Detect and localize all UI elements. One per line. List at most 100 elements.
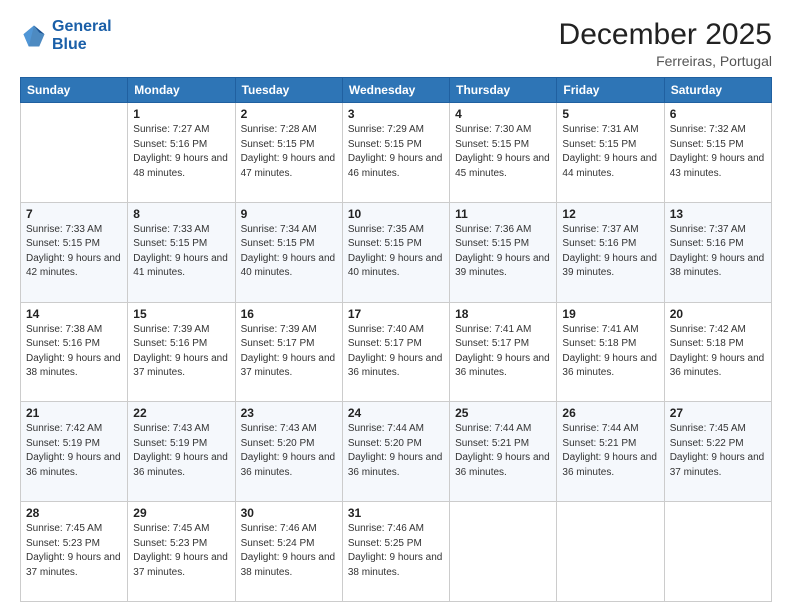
day-number: 15 (133, 307, 229, 321)
calendar-cell-w1d0: 7Sunrise: 7:33 AM Sunset: 5:15 PM Daylig… (21, 202, 128, 302)
day-number: 8 (133, 207, 229, 221)
day-number: 2 (241, 107, 337, 121)
day-info: Sunrise: 7:37 AM Sunset: 5:16 PM Dayligh… (670, 223, 766, 281)
day-info: Sunrise: 7:29 AM Sunset: 5:15 PM Dayligh… (348, 123, 444, 181)
calendar-cell-w4d1: 29 Sunrise: 7:45 AM Sunset: 5:23 PM Dayli… (128, 502, 235, 602)
calendar-cell-w1d5: 12 Sunrise: 7:37 AM Sunset: 5:16 PM Dayli… (557, 202, 664, 302)
day-info: Sunrise: 7:37 AM Sunset: 5:16 PM Dayligh… (562, 223, 658, 281)
calendar-cell-w0d2: 2 Sunrise: 7:28 AM Sunset: 5:15 PM Daylig… (235, 103, 342, 203)
weekday-header-wednesday: Wednesday (342, 78, 449, 103)
calendar-cell-w0d6: 6 Sunrise: 7:32 AM Sunset: 5:15 PM Daylig… (664, 103, 771, 203)
day-number: 9 (241, 207, 337, 221)
day-number: 22 (133, 406, 229, 420)
calendar-cell-w2d2: 16 Sunrise: 7:39 AM Sunset: 5:17 PM Dayli… (235, 302, 342, 402)
day-number: 12 (562, 207, 658, 221)
day-info: Sunrise: 7:44 AM Sunset: 5:21 PM Dayligh… (455, 422, 551, 480)
day-number: 30 (241, 506, 337, 520)
calendar-cell-w4d0: 28Sunrise: 7:45 AM Sunset: 5:23 PM Dayli… (21, 502, 128, 602)
calendar-cell-w2d5: 19 Sunrise: 7:41 AM Sunset: 5:18 PM Dayli… (557, 302, 664, 402)
logo-icon (20, 22, 48, 50)
day-info: Sunrise: 7:31 AM Sunset: 5:15 PM Dayligh… (562, 123, 658, 181)
day-info: Sunrise: 7:41 AM Sunset: 5:18 PM Dayligh… (562, 323, 658, 381)
calendar-cell-w1d2: 9 Sunrise: 7:34 AM Sunset: 5:15 PM Daylig… (235, 202, 342, 302)
logo-line1: General (52, 18, 112, 35)
day-number: 6 (670, 107, 766, 121)
day-info: Sunrise: 7:45 AM Sunset: 5:22 PM Dayligh… (670, 422, 766, 480)
day-number: 11 (455, 207, 551, 221)
day-info: Sunrise: 7:33 AM Sunset: 5:15 PM Dayligh… (133, 223, 229, 281)
weekday-header-saturday: Saturday (664, 78, 771, 103)
logo: General Blue (20, 18, 112, 53)
calendar-cell-w1d4: 11 Sunrise: 7:36 AM Sunset: 5:15 PM Dayli… (450, 202, 557, 302)
calendar-cell-w2d3: 17 Sunrise: 7:40 AM Sunset: 5:17 PM Dayli… (342, 302, 449, 402)
day-number: 20 (670, 307, 766, 321)
day-number: 19 (562, 307, 658, 321)
day-info: Sunrise: 7:39 AM Sunset: 5:16 PM Dayligh… (133, 323, 229, 381)
day-info: Sunrise: 7:45 AM Sunset: 5:23 PM Dayligh… (133, 522, 229, 580)
day-info: Sunrise: 7:42 AM Sunset: 5:18 PM Dayligh… (670, 323, 766, 381)
calendar-cell-w3d0: 21 Sunrise: 7:42 AM Sunset: 5:19 PM Dayli… (21, 402, 128, 502)
header: General Blue December 2025 Ferreiras, Po… (20, 18, 772, 69)
calendar-cell-w1d3: 10Sunrise: 7:35 AM Sunset: 5:15 PM Dayli… (342, 202, 449, 302)
calendar-table: SundayMondayTuesdayWednesdayThursdayFrid… (20, 77, 772, 602)
calendar-cell-w4d4 (450, 502, 557, 602)
calendar-cell-w4d5 (557, 502, 664, 602)
weekday-header-thursday: Thursday (450, 78, 557, 103)
subtitle: Ferreiras, Portugal (559, 53, 772, 69)
day-info: Sunrise: 7:46 AM Sunset: 5:24 PM Dayligh… (241, 522, 337, 580)
calendar-cell-w2d1: 15 Sunrise: 7:39 AM Sunset: 5:16 PM Dayli… (128, 302, 235, 402)
calendar-cell-w3d1: 22 Sunrise: 7:43 AM Sunset: 5:19 PM Dayli… (128, 402, 235, 502)
week-row-3: 21 Sunrise: 7:42 AM Sunset: 5:19 PM Dayli… (21, 402, 772, 502)
calendar-cell-w4d6 (664, 502, 771, 602)
day-info: Sunrise: 7:41 AM Sunset: 5:17 PM Dayligh… (455, 323, 551, 381)
calendar-cell-w0d3: 3Sunrise: 7:29 AM Sunset: 5:15 PM Daylig… (342, 103, 449, 203)
day-number: 17 (348, 307, 444, 321)
weekday-header-tuesday: Tuesday (235, 78, 342, 103)
calendar-cell-w2d6: 20 Sunrise: 7:42 AM Sunset: 5:18 PM Dayli… (664, 302, 771, 402)
day-info: Sunrise: 7:27 AM Sunset: 5:16 PM Dayligh… (133, 123, 229, 181)
day-number: 4 (455, 107, 551, 121)
calendar-cell-w0d1: 1Sunrise: 7:27 AM Sunset: 5:16 PM Daylig… (128, 103, 235, 203)
week-row-2: 14Sunrise: 7:38 AM Sunset: 5:16 PM Dayli… (21, 302, 772, 402)
day-number: 27 (670, 406, 766, 420)
week-row-4: 28Sunrise: 7:45 AM Sunset: 5:23 PM Dayli… (21, 502, 772, 602)
calendar-cell-w3d4: 25 Sunrise: 7:44 AM Sunset: 5:21 PM Dayli… (450, 402, 557, 502)
day-info: Sunrise: 7:43 AM Sunset: 5:19 PM Dayligh… (133, 422, 229, 480)
day-info: Sunrise: 7:34 AM Sunset: 5:15 PM Dayligh… (241, 223, 337, 281)
day-number: 16 (241, 307, 337, 321)
day-number: 29 (133, 506, 229, 520)
day-info: Sunrise: 7:36 AM Sunset: 5:15 PM Dayligh… (455, 223, 551, 281)
day-info: Sunrise: 7:38 AM Sunset: 5:16 PM Dayligh… (26, 323, 122, 381)
calendar-cell-w1d1: 8 Sunrise: 7:33 AM Sunset: 5:15 PM Daylig… (128, 202, 235, 302)
day-number: 23 (241, 406, 337, 420)
day-info: Sunrise: 7:43 AM Sunset: 5:20 PM Dayligh… (241, 422, 337, 480)
day-info: Sunrise: 7:44 AM Sunset: 5:21 PM Dayligh… (562, 422, 658, 480)
day-info: Sunrise: 7:32 AM Sunset: 5:15 PM Dayligh… (670, 123, 766, 181)
day-info: Sunrise: 7:40 AM Sunset: 5:17 PM Dayligh… (348, 323, 444, 381)
logo-line2: Blue (52, 36, 87, 53)
day-number: 31 (348, 506, 444, 520)
day-number: 25 (455, 406, 551, 420)
weekday-header-monday: Monday (128, 78, 235, 103)
weekday-header-sunday: Sunday (21, 78, 128, 103)
week-row-1: 7Sunrise: 7:33 AM Sunset: 5:15 PM Daylig… (21, 202, 772, 302)
logo-text: General Blue (52, 18, 112, 53)
title-block: December 2025 Ferreiras, Portugal (559, 18, 772, 69)
calendar-cell-w0d4: 4Sunrise: 7:30 AM Sunset: 5:15 PM Daylig… (450, 103, 557, 203)
day-info: Sunrise: 7:45 AM Sunset: 5:23 PM Dayligh… (26, 522, 122, 580)
day-info: Sunrise: 7:39 AM Sunset: 5:17 PM Dayligh… (241, 323, 337, 381)
day-number: 21 (26, 406, 122, 420)
calendar-cell-w3d5: 26 Sunrise: 7:44 AM Sunset: 5:21 PM Dayli… (557, 402, 664, 502)
day-number: 10 (348, 207, 444, 221)
day-info: Sunrise: 7:42 AM Sunset: 5:19 PM Dayligh… (26, 422, 122, 480)
calendar-cell-w3d2: 23 Sunrise: 7:43 AM Sunset: 5:20 PM Dayli… (235, 402, 342, 502)
page: General Blue December 2025 Ferreiras, Po… (0, 0, 792, 612)
calendar-cell-w4d3: 31Sunrise: 7:46 AM Sunset: 5:25 PM Dayli… (342, 502, 449, 602)
week-row-0: 1Sunrise: 7:27 AM Sunset: 5:16 PM Daylig… (21, 103, 772, 203)
weekday-header-friday: Friday (557, 78, 664, 103)
day-info: Sunrise: 7:28 AM Sunset: 5:15 PM Dayligh… (241, 123, 337, 181)
day-number: 24 (348, 406, 444, 420)
calendar-cell-w0d5: 5Sunrise: 7:31 AM Sunset: 5:15 PM Daylig… (557, 103, 664, 203)
day-number: 26 (562, 406, 658, 420)
calendar-cell-w3d6: 27 Sunrise: 7:45 AM Sunset: 5:22 PM Dayli… (664, 402, 771, 502)
